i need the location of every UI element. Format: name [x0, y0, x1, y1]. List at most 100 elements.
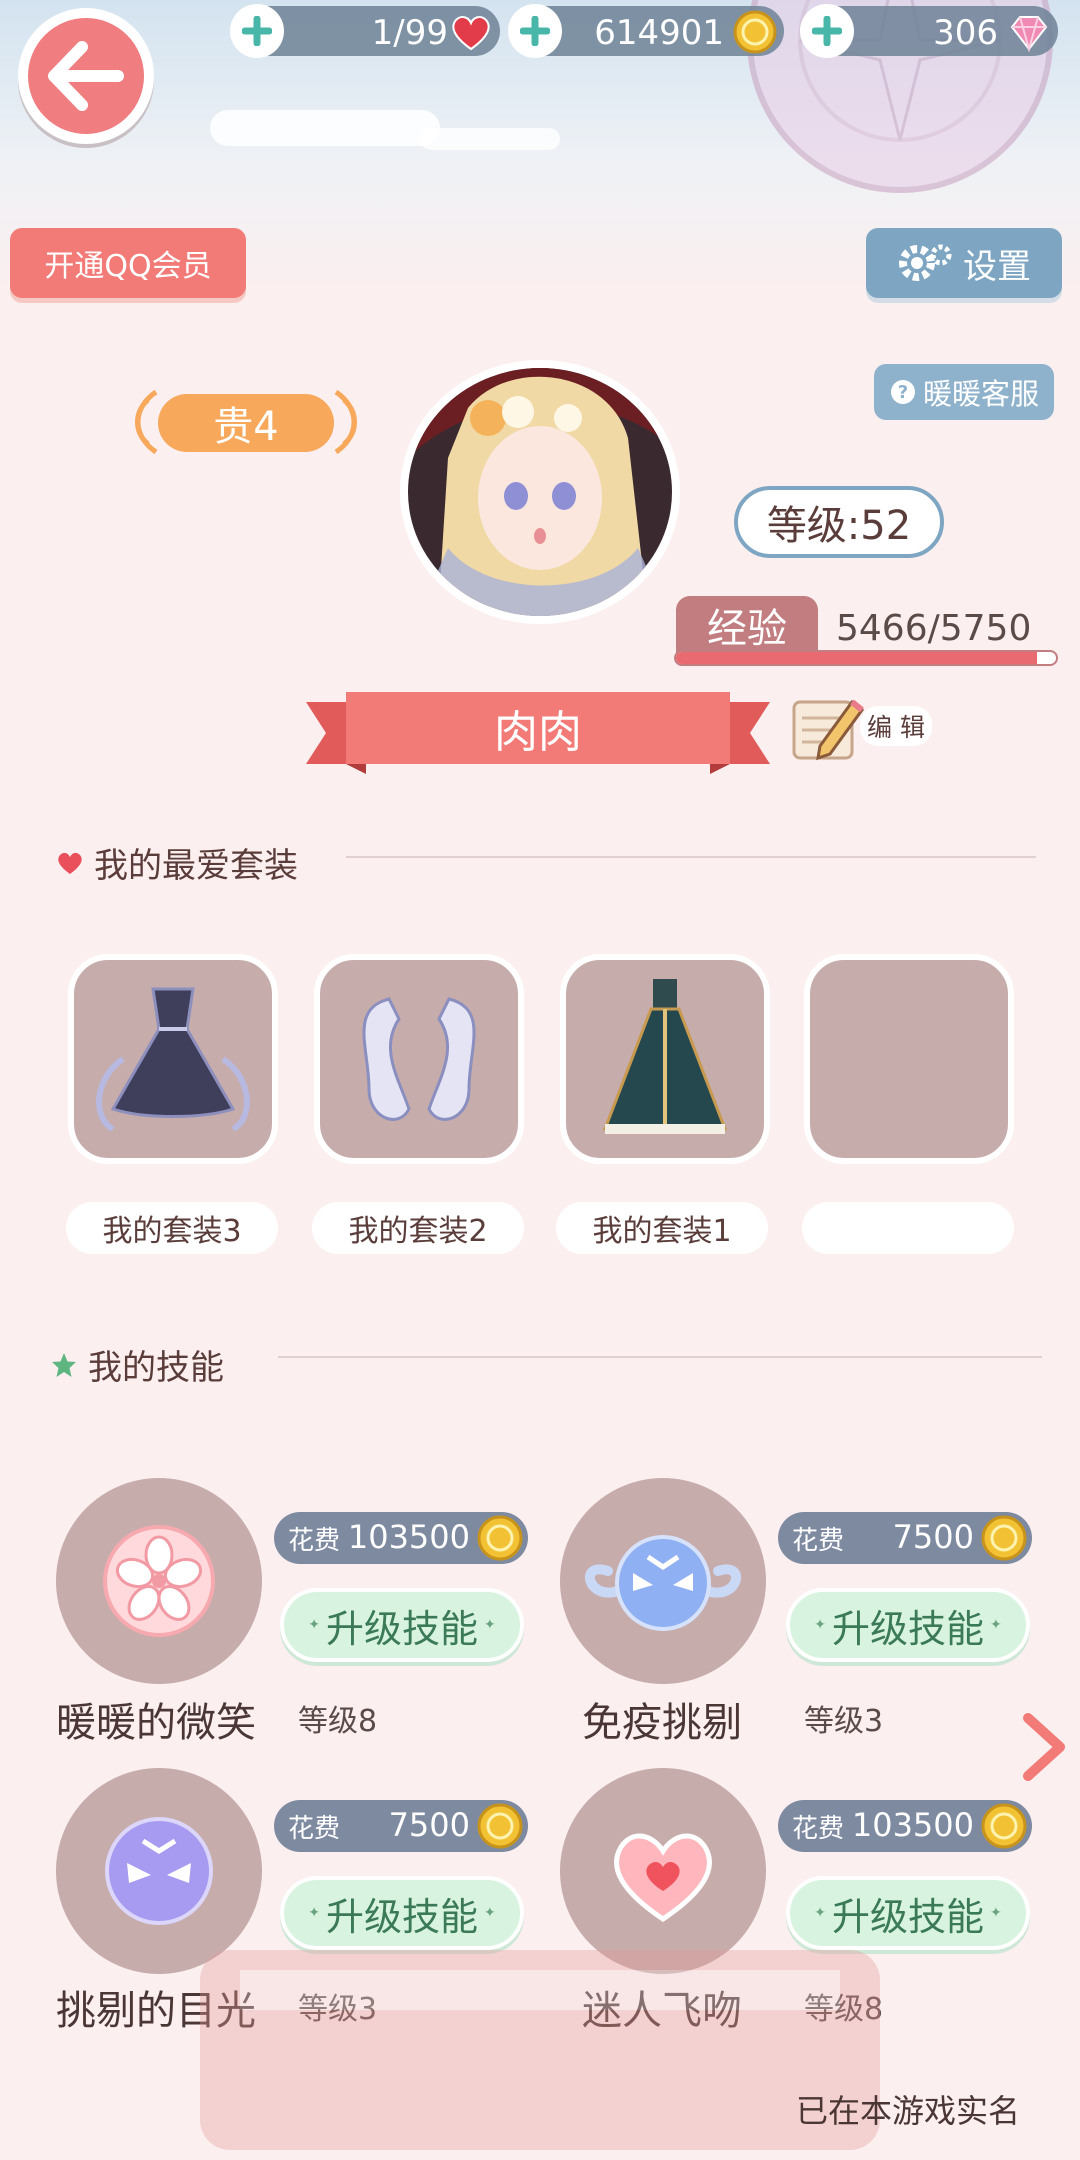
pencil-notepad-icon	[792, 699, 865, 761]
gold-coin-icon	[477, 1515, 523, 1561]
sparkle-icon: ✦	[990, 1617, 1002, 1633]
plus-icon	[242, 16, 272, 46]
heart-icon	[452, 15, 490, 51]
bus-background-decoration	[200, 1950, 880, 2150]
diamonds-value: 306	[933, 13, 998, 53]
back-button[interactable]	[18, 8, 154, 144]
exp-progress-bar	[674, 650, 1058, 666]
cost-label: 花费	[792, 1813, 845, 1844]
hearts-value: 1/99	[371, 13, 448, 53]
skill-cost: 花费 7500	[274, 1800, 528, 1852]
skill-level: 等级8	[298, 1704, 378, 1739]
gear-icon	[899, 244, 952, 281]
exp-value: 5466/5750	[836, 608, 1032, 649]
favorites-title-text: 我的最爱套装	[94, 846, 298, 886]
avatar[interactable]	[400, 360, 680, 624]
cost-value: 7500	[892, 1518, 974, 1556]
upgrade-label: 升级技能	[325, 1606, 478, 1651]
gold-coin-icon	[733, 10, 777, 54]
sparkle-icon: ✦	[484, 1905, 496, 1921]
skill-level: 等级3	[804, 1704, 884, 1739]
outfit-slot[interactable]	[560, 954, 770, 1164]
skills-section-title: 我的技能	[50, 1340, 224, 1389]
outfit-label[interactable]: 我的套装2	[312, 1202, 524, 1254]
outfit-label[interactable]	[802, 1202, 1014, 1254]
avatar-portrait	[408, 368, 672, 616]
sparkle-icon: ✦	[990, 1905, 1002, 1921]
divider	[278, 1356, 1042, 1358]
add-hearts-button[interactable]	[230, 4, 284, 58]
question-icon: ?	[890, 380, 915, 404]
customer-service-label: 暖暖客服	[922, 377, 1039, 411]
cost-label: 花费	[288, 1525, 341, 1556]
cost-value: 103500	[851, 1806, 974, 1844]
skill-cost: 花费 103500	[274, 1512, 528, 1564]
vip-badge[interactable]: 贵4	[126, 380, 366, 464]
edit-label: 编 辑	[860, 706, 932, 746]
sparkle-icon: ✦	[484, 1617, 496, 1633]
sparkle-icon: ✦	[308, 1617, 320, 1633]
exp-progress-fill	[676, 652, 1038, 664]
player-level: 等级:52	[734, 486, 944, 558]
add-coins-button[interactable]	[508, 4, 562, 58]
skill-cost: 花费 103500	[778, 1800, 1032, 1852]
cost-value: 103500	[347, 1518, 470, 1556]
upgrade-skill-button[interactable]: ✦ 升级技能 ✦	[280, 1588, 524, 1662]
realname-status: 已在本游戏实名	[796, 2092, 1021, 2130]
gold-coin-icon	[981, 1803, 1027, 1849]
coins-value: 614901	[594, 13, 724, 53]
settings-label: 设置	[963, 246, 1031, 287]
name-ribbon: 肉肉	[306, 692, 770, 774]
skill-cost: 花费 7500	[778, 1512, 1032, 1564]
skill-name: 免疫挑剔	[582, 1700, 742, 1746]
outfit-slot-empty[interactable]	[804, 954, 1014, 1164]
chevron-right-icon[interactable]	[1018, 1712, 1068, 1782]
customer-service-button[interactable]: ? 暖暖客服	[874, 364, 1054, 420]
skill-icon-circle[interactable]	[56, 1478, 262, 1684]
hearts-counter: 1/99	[230, 4, 500, 58]
cost-label: 花费	[792, 1525, 845, 1556]
diamonds-counter: 306	[800, 4, 1058, 58]
outfit-label[interactable]: 我的套装3	[66, 1202, 278, 1254]
skill-icon-circle[interactable]	[560, 1478, 766, 1684]
sparkle-icon: ✦	[308, 1905, 320, 1921]
cloud-decoration	[420, 128, 560, 150]
divider	[346, 856, 1036, 858]
cherry-blossom-icon	[103, 1525, 215, 1637]
outfit-slot[interactable]	[68, 954, 278, 1164]
plus-icon	[812, 16, 842, 46]
add-diamonds-button[interactable]	[800, 4, 854, 58]
upgrade-skill-button[interactable]: ✦ 升级技能 ✦	[786, 1588, 1030, 1662]
skills-title-text: 我的技能	[88, 1348, 224, 1388]
svg-text:?: ?	[898, 382, 908, 403]
purple-mask-icon	[105, 1817, 213, 1925]
outfit-label[interactable]: 我的套装1	[556, 1202, 768, 1254]
cloud-decoration	[210, 110, 440, 146]
gold-coin-icon	[477, 1803, 523, 1849]
cost-value: 7500	[388, 1806, 470, 1844]
sparkle-icon: ✦	[814, 1905, 826, 1921]
vip-level: 贵4	[158, 394, 334, 452]
outfit-slot[interactable]	[314, 954, 524, 1164]
heart-icon	[614, 1833, 712, 1923]
exp-label: 经验	[676, 596, 818, 654]
teal-robe-outfit-icon	[602, 979, 728, 1134]
gold-coin-icon	[981, 1515, 1027, 1561]
coins-counter: 614901	[508, 4, 784, 58]
skill-name: 暖暖的微笑	[56, 1700, 256, 1746]
settings-button[interactable]: 设置	[866, 228, 1062, 298]
plus-icon	[520, 16, 550, 46]
edit-name-button[interactable]: 编 辑	[790, 694, 940, 762]
upgrade-label: 升级技能	[831, 1606, 984, 1651]
qq-member-button[interactable]: 开通QQ会员	[10, 228, 246, 298]
diamond-icon	[1010, 16, 1048, 53]
sparkle-icon: ✦	[814, 1617, 826, 1633]
arrow-left-icon	[48, 41, 124, 111]
winged-mask-icon	[585, 1535, 741, 1631]
heart-icon	[58, 852, 82, 874]
dark-gown-outfit-icon	[96, 987, 250, 1132]
player-name: 肉肉	[346, 692, 730, 764]
star-icon	[52, 1352, 76, 1377]
favorites-section-title: 我的最爱套装	[56, 838, 298, 887]
sleeves-outfit-icon	[362, 997, 476, 1121]
